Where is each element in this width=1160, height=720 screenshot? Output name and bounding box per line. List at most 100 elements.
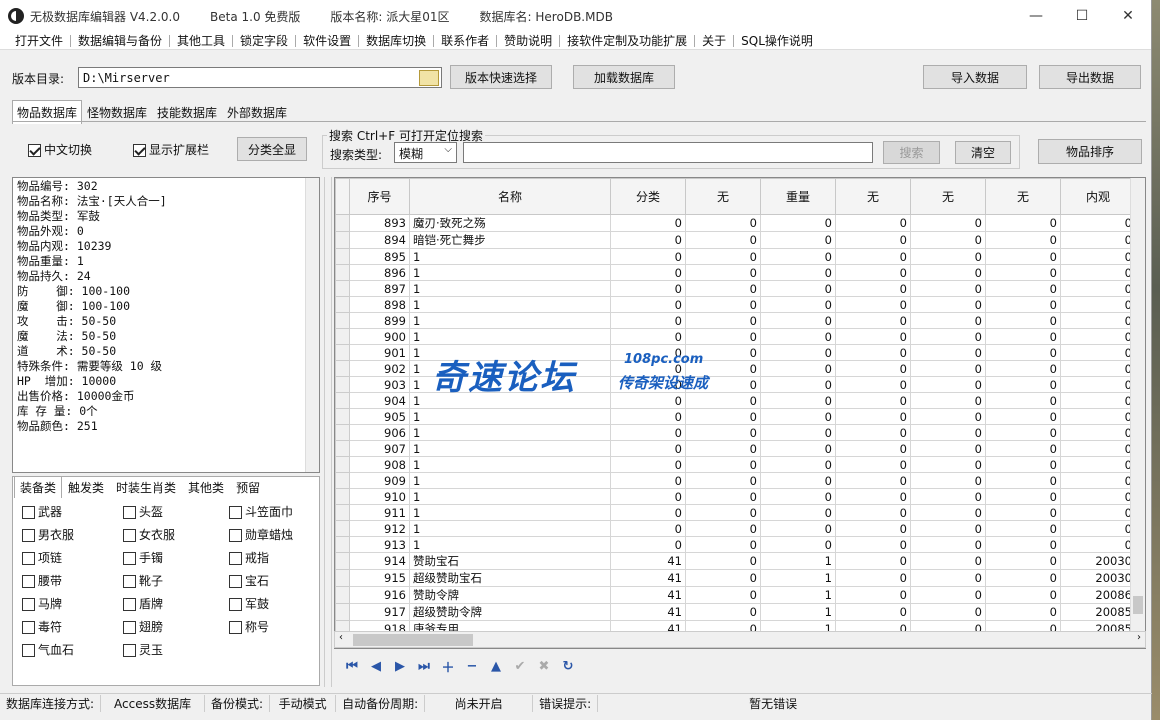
table-cell[interactable]: 0 bbox=[1060, 440, 1136, 457]
table-row[interactable]: 915 超级赞助宝石 41 0 1 0 0 0 20030 bbox=[335, 569, 1136, 587]
table-cell[interactable]: 0 bbox=[910, 328, 986, 345]
table-cell[interactable]: 0 bbox=[760, 214, 836, 232]
table-cell[interactable]: 0 bbox=[685, 248, 761, 265]
table-cell[interactable]: 0 bbox=[610, 456, 686, 473]
column-header[interactable]: 内观 bbox=[1060, 178, 1136, 215]
version-dir-input[interactable]: D:\Mirserver bbox=[78, 67, 442, 88]
table-cell[interactable]: 0 bbox=[910, 280, 986, 297]
table-cell[interactable]: 0 bbox=[1060, 520, 1136, 537]
menu-item[interactable]: 其他工具 bbox=[170, 32, 232, 49]
table-cell[interactable]: 0 bbox=[685, 440, 761, 457]
table-cell[interactable]: 0 bbox=[685, 520, 761, 537]
category-checkbox-item[interactable]: 项链 bbox=[22, 549, 62, 566]
table-cell[interactable]: 0 bbox=[910, 586, 986, 604]
table-cell[interactable]: 0 bbox=[610, 440, 686, 457]
table-cell[interactable]: 0 bbox=[835, 231, 911, 249]
table-cell[interactable]: 0 bbox=[685, 312, 761, 329]
table-cell[interactable]: 0 bbox=[910, 360, 986, 377]
table-cell[interactable]: 0 bbox=[985, 376, 1061, 393]
table-cell[interactable]: 0 bbox=[985, 472, 1061, 489]
table-cell[interactable]: 902 bbox=[349, 360, 410, 377]
table-cell[interactable]: 907 bbox=[349, 440, 410, 457]
table-cell[interactable]: 0 bbox=[685, 536, 761, 553]
table-cell[interactable]: 0 bbox=[835, 520, 911, 537]
splitter[interactable] bbox=[324, 177, 332, 687]
grid-horizontal-scrollbar[interactable]: ‹ › bbox=[334, 631, 1146, 648]
table-cell[interactable]: 909 bbox=[349, 472, 410, 489]
table-cell[interactable]: 1 bbox=[409, 264, 611, 281]
table-cell[interactable]: 0 bbox=[985, 552, 1061, 570]
table-cell[interactable]: 0 bbox=[685, 603, 761, 621]
table-cell[interactable]: 0 bbox=[610, 424, 686, 441]
grid-vscroll-thumb[interactable] bbox=[1133, 596, 1143, 614]
table-cell[interactable]: 魔刃·致死之殇 bbox=[409, 214, 611, 232]
category-checkbox-item[interactable]: 武器 bbox=[22, 503, 62, 520]
table-cell[interactable]: 0 bbox=[685, 392, 761, 409]
table-cell[interactable]: 0 bbox=[985, 392, 1061, 409]
row-indicator[interactable] bbox=[335, 376, 350, 393]
table-cell[interactable]: 0 bbox=[760, 344, 836, 361]
table-cell[interactable]: 0 bbox=[610, 520, 686, 537]
category-checkbox-item[interactable]: 盾牌 bbox=[123, 595, 163, 612]
row-indicator[interactable] bbox=[335, 488, 350, 505]
table-cell[interactable]: 0 bbox=[910, 440, 986, 457]
table-cell[interactable]: 0 bbox=[760, 424, 836, 441]
table-cell[interactable]: 0 bbox=[760, 488, 836, 505]
folder-browse-icon[interactable] bbox=[419, 70, 439, 86]
table-row[interactable]: 910 1 0 0 0 0 0 0 0 bbox=[335, 488, 1136, 505]
table-cell[interactable]: 0 bbox=[835, 440, 911, 457]
menu-item[interactable]: 接软件定制及功能扩展 bbox=[560, 32, 694, 49]
table-cell[interactable]: 900 bbox=[349, 328, 410, 345]
items-grid[interactable]: 序号 名称 分类无重量无无无内观 893 魔刃·致死之殇 0 0 0 0 0 0 0 894 暗铠·死亡… bbox=[334, 177, 1146, 649]
move-up-icon[interactable]: ▲ bbox=[488, 658, 504, 674]
add-record-icon[interactable]: ＋ bbox=[440, 658, 456, 676]
table-cell[interactable]: 0 bbox=[835, 248, 911, 265]
chinese-toggle[interactable]: 中文切换 bbox=[28, 141, 92, 158]
table-row[interactable]: 909 1 0 0 0 0 0 0 0 bbox=[335, 472, 1136, 489]
category-checkbox-item[interactable]: 男衣服 bbox=[22, 526, 74, 543]
category-checkbox[interactable] bbox=[22, 575, 35, 588]
category-tab[interactable]: 其他类 bbox=[182, 476, 230, 498]
table-row[interactable]: 917 超级赞助令牌 41 0 1 0 0 0 20085 bbox=[335, 603, 1136, 621]
table-cell[interactable]: 1 bbox=[409, 328, 611, 345]
table-cell[interactable]: 0 bbox=[610, 248, 686, 265]
table-cell[interactable]: 915 bbox=[349, 569, 410, 587]
row-indicator[interactable] bbox=[335, 296, 350, 313]
menu-item[interactable]: 关于 bbox=[695, 32, 733, 49]
table-cell[interactable]: 0 bbox=[985, 440, 1061, 457]
table-cell[interactable]: 赞助令牌 bbox=[409, 586, 611, 604]
table-cell[interactable]: 0 bbox=[985, 456, 1061, 473]
table-cell[interactable]: 0 bbox=[835, 586, 911, 604]
table-cell[interactable]: 1 bbox=[409, 456, 611, 473]
table-cell[interactable]: 0 bbox=[760, 440, 836, 457]
table-cell[interactable]: 1 bbox=[409, 504, 611, 521]
category-checkbox[interactable] bbox=[22, 506, 35, 519]
table-cell[interactable]: 0 bbox=[760, 520, 836, 537]
category-checkbox-item[interactable]: 斗笠面巾 bbox=[229, 503, 293, 520]
table-cell[interactable]: 0 bbox=[1060, 296, 1136, 313]
table-cell[interactable]: 0 bbox=[835, 569, 911, 587]
table-row[interactable]: 905 1 0 0 0 0 0 0 0 bbox=[335, 408, 1136, 425]
table-cell[interactable]: 0 bbox=[610, 264, 686, 281]
table-cell[interactable]: 896 bbox=[349, 264, 410, 281]
table-cell[interactable]: 1 bbox=[760, 552, 836, 570]
column-header[interactable]: 无 bbox=[835, 178, 911, 215]
menu-item[interactable]: 数据库切换 bbox=[359, 32, 433, 49]
category-tab[interactable]: 预留 bbox=[230, 476, 266, 498]
category-tab[interactable]: 时装生肖类 bbox=[110, 476, 182, 498]
table-row[interactable]: 899 1 0 0 0 0 0 0 0 bbox=[335, 312, 1136, 329]
category-checkbox-item[interactable]: 军鼓 bbox=[229, 595, 269, 612]
table-cell[interactable]: 0 bbox=[835, 536, 911, 553]
menu-item[interactable]: 赞助说明 bbox=[497, 32, 559, 49]
show-ext-checkbox[interactable] bbox=[133, 144, 146, 157]
table-cell[interactable]: 0 bbox=[910, 603, 986, 621]
table-cell[interactable]: 0 bbox=[910, 248, 986, 265]
table-cell[interactable]: 0 bbox=[910, 296, 986, 313]
table-cell[interactable]: 0 bbox=[1060, 360, 1136, 377]
table-cell[interactable]: 0 bbox=[835, 392, 911, 409]
category-checkbox[interactable] bbox=[22, 552, 35, 565]
row-indicator[interactable] bbox=[335, 344, 350, 361]
table-cell[interactable]: 0 bbox=[760, 312, 836, 329]
scroll-right-icon[interactable]: › bbox=[1137, 632, 1141, 643]
table-cell[interactable]: 0 bbox=[910, 552, 986, 570]
